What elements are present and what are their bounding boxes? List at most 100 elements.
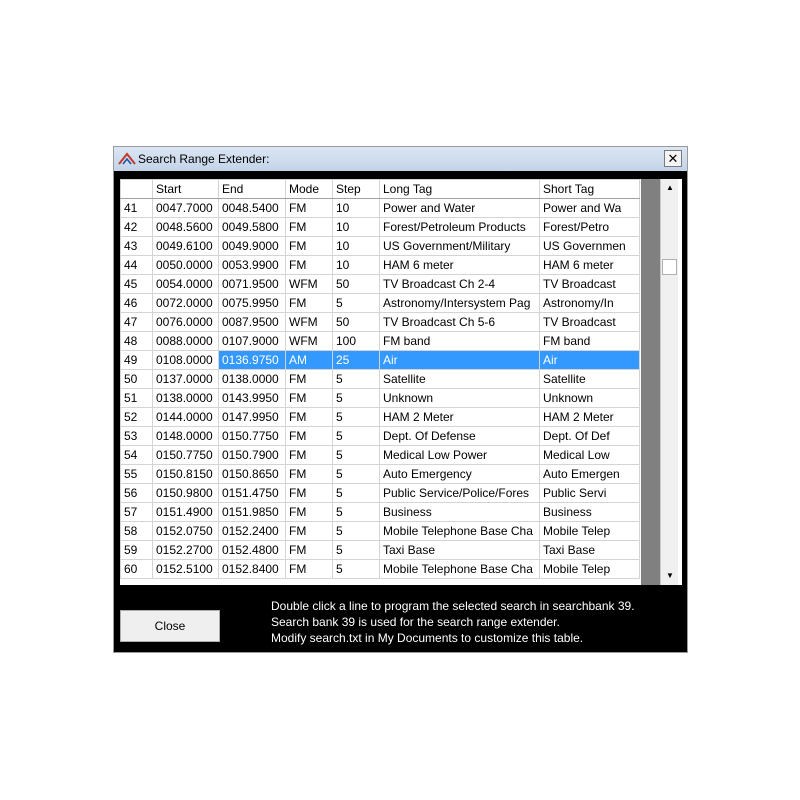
end-cell[interactable]: 0143.9950 (218, 388, 286, 408)
column-header-end[interactable]: End (218, 179, 286, 199)
column-header-start[interactable]: Start (152, 179, 219, 199)
table-row[interactable]: 53 0148.0000 0150.7750 FM 5 Dept. Of Defense D… (120, 426, 640, 446)
end-cell[interactable]: 0151.4750 (218, 483, 286, 503)
row-number[interactable]: 59 (120, 540, 153, 560)
end-cell[interactable]: 0053.9900 (218, 255, 286, 275)
step-cell[interactable]: 10 (332, 217, 380, 237)
table-row[interactable]: 47 0076.0000 0087.9500 WFM 50 TV Broadcast Ch… (120, 312, 640, 332)
long-tag-cell[interactable]: HAM 2 Meter (379, 407, 540, 427)
row-number[interactable]: 56 (120, 483, 153, 503)
column-header-long-tag[interactable]: Long Tag (379, 179, 540, 199)
row-number[interactable]: 44 (120, 255, 153, 275)
row-number[interactable]: 45 (120, 274, 153, 294)
mode-cell[interactable]: FM (285, 445, 333, 465)
start-cell[interactable]: 0054.0000 (152, 274, 219, 294)
vertical-scrollbar[interactable]: ▲ ▼ (660, 179, 678, 585)
mode-cell[interactable]: FM (285, 388, 333, 408)
long-tag-cell[interactable]: Mobile Telephone Base Cha (379, 521, 540, 541)
mode-cell[interactable]: WFM (285, 331, 333, 351)
step-cell[interactable]: 10 (332, 236, 380, 256)
step-cell[interactable]: 5 (332, 388, 380, 408)
start-cell[interactable]: 0152.5100 (152, 559, 219, 579)
short-tag-cell[interactable]: Power and Wa (539, 198, 640, 218)
step-cell[interactable]: 5 (332, 445, 380, 465)
start-cell[interactable]: 0150.7750 (152, 445, 219, 465)
long-tag-cell[interactable]: Forest/Petroleum Products (379, 217, 540, 237)
step-cell[interactable]: 5 (332, 540, 380, 560)
start-cell[interactable]: 0152.0750 (152, 521, 219, 541)
start-cell[interactable]: 0138.0000 (152, 388, 219, 408)
short-tag-cell[interactable]: Forest/Petro (539, 217, 640, 237)
long-tag-cell[interactable]: Air (379, 350, 540, 370)
long-tag-cell[interactable]: TV Broadcast Ch 2-4 (379, 274, 540, 294)
mode-cell[interactable]: FM (285, 483, 333, 503)
start-cell[interactable]: 0137.0000 (152, 369, 219, 389)
start-cell[interactable]: 0152.2700 (152, 540, 219, 560)
short-tag-cell[interactable]: Dept. Of Def (539, 426, 640, 446)
scroll-thumb[interactable] (662, 259, 677, 275)
step-cell[interactable]: 10 (332, 198, 380, 218)
end-cell[interactable]: 0071.9500 (218, 274, 286, 294)
start-cell[interactable]: 0150.8150 (152, 464, 219, 484)
step-cell[interactable]: 5 (332, 464, 380, 484)
title-bar[interactable]: Search Range Extender: ✕ (114, 147, 687, 171)
table-row[interactable]: 41 0047.7000 0048.5400 FM 10 Power and Water P… (120, 198, 640, 218)
table-row[interactable]: 48 0088.0000 0107.9000 WFM 100 FM band FM band (120, 331, 640, 351)
table-row[interactable]: 51 0138.0000 0143.9950 FM 5 Unknown Unknown (120, 388, 640, 408)
step-cell[interactable]: 5 (332, 521, 380, 541)
long-tag-cell[interactable]: US Government/Military (379, 236, 540, 256)
long-tag-cell[interactable]: FM band (379, 331, 540, 351)
short-tag-cell[interactable]: TV Broadcast (539, 274, 640, 294)
step-cell[interactable]: 5 (332, 369, 380, 389)
start-cell[interactable]: 0048.5600 (152, 217, 219, 237)
mode-cell[interactable]: FM (285, 502, 333, 522)
short-tag-cell[interactable]: Astronomy/In (539, 293, 640, 313)
end-cell[interactable]: 0152.2400 (218, 521, 286, 541)
mode-cell[interactable]: FM (285, 293, 333, 313)
step-cell[interactable]: 5 (332, 559, 380, 579)
table-row[interactable]: 57 0151.4900 0151.9850 FM 5 Business Business (120, 502, 640, 522)
step-cell[interactable]: 5 (332, 483, 380, 503)
mode-cell[interactable]: FM (285, 521, 333, 541)
start-cell[interactable]: 0088.0000 (152, 331, 219, 351)
table-row[interactable]: 42 0048.5600 0049.5800 FM 10 Forest/Petroleum… (120, 217, 640, 237)
table-row[interactable]: 43 0049.6100 0049.9000 FM 10 US Government/Mi… (120, 236, 640, 256)
short-tag-cell[interactable]: TV Broadcast (539, 312, 640, 332)
table-row[interactable]: 56 0150.9800 0151.4750 FM 5 Public Service/Po… (120, 483, 640, 503)
short-tag-cell[interactable]: US Governmen (539, 236, 640, 256)
short-tag-cell[interactable]: Auto Emergen (539, 464, 640, 484)
long-tag-cell[interactable]: Astronomy/Intersystem Pag (379, 293, 540, 313)
long-tag-cell[interactable]: HAM 6 meter (379, 255, 540, 275)
table-row[interactable]: 54 0150.7750 0150.7900 FM 5 Medical Low Power… (120, 445, 640, 465)
end-cell[interactable]: 0147.9950 (218, 407, 286, 427)
row-number[interactable]: 57 (120, 502, 153, 522)
start-cell[interactable]: 0076.0000 (152, 312, 219, 332)
end-cell[interactable]: 0048.5400 (218, 198, 286, 218)
step-cell[interactable]: 5 (332, 293, 380, 313)
column-header-short-tag[interactable]: Short Tag (539, 179, 640, 199)
short-tag-cell[interactable]: Satellite (539, 369, 640, 389)
table-row[interactable]: 45 0054.0000 0071.9500 WFM 50 TV Broadcast Ch… (120, 274, 640, 294)
row-number[interactable]: 52 (120, 407, 153, 427)
start-cell[interactable]: 0150.9800 (152, 483, 219, 503)
start-cell[interactable]: 0108.0000 (152, 350, 219, 370)
table-row[interactable]: 49 0108.0000 0136.9750 AM 25 Air Air (120, 350, 640, 370)
mode-cell[interactable]: FM (285, 236, 333, 256)
table-row[interactable]: 44 0050.0000 0053.9900 FM 10 HAM 6 meter HAM 6… (120, 255, 640, 275)
end-cell[interactable]: 0087.9500 (218, 312, 286, 332)
short-tag-cell[interactable]: Mobile Telep (539, 559, 640, 579)
table-row[interactable]: 59 0152.2700 0152.4800 FM 5 Taxi Base Taxi Bas… (120, 540, 640, 560)
short-tag-cell[interactable]: Taxi Base (539, 540, 640, 560)
short-tag-cell[interactable]: Unknown (539, 388, 640, 408)
long-tag-cell[interactable]: Business (379, 502, 540, 522)
short-tag-cell[interactable]: Public Servi (539, 483, 640, 503)
table-row[interactable]: 55 0150.8150 0150.8650 FM 5 Auto Emergency Aut… (120, 464, 640, 484)
end-cell[interactable]: 0150.7900 (218, 445, 286, 465)
start-cell[interactable]: 0072.0000 (152, 293, 219, 313)
short-tag-cell[interactable]: HAM 6 meter (539, 255, 640, 275)
end-cell[interactable]: 0049.9000 (218, 236, 286, 256)
end-cell[interactable]: 0150.8650 (218, 464, 286, 484)
long-tag-cell[interactable]: Dept. Of Defense (379, 426, 540, 446)
table-row[interactable]: 52 0144.0000 0147.9950 FM 5 HAM 2 Meter HAM 2 … (120, 407, 640, 427)
table-row[interactable]: 58 0152.0750 0152.2400 FM 5 Mobile Telephone … (120, 521, 640, 541)
